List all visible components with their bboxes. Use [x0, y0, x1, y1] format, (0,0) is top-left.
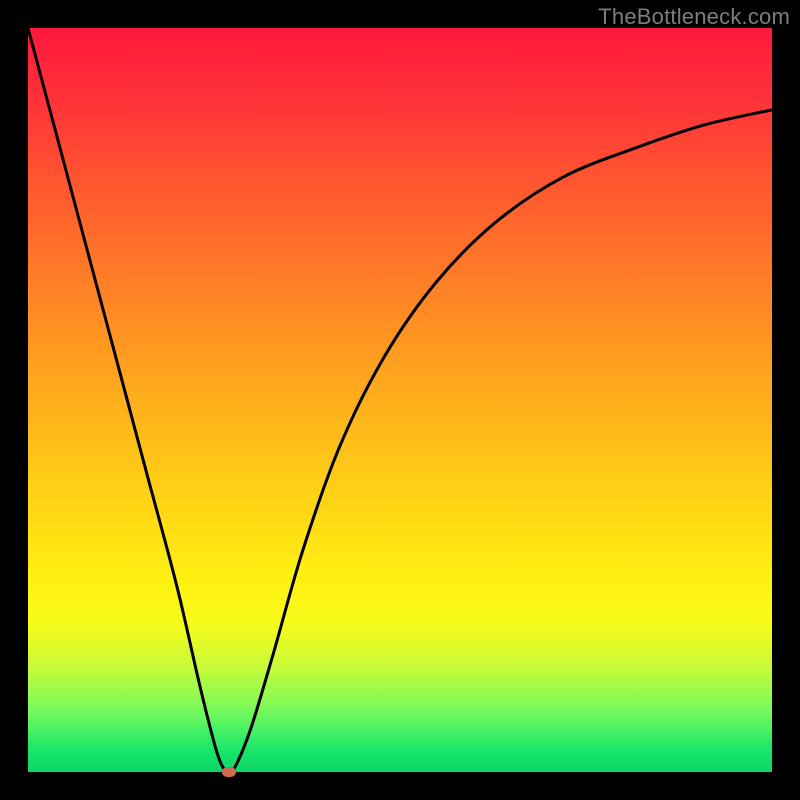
watermark-text: TheBottleneck.com — [598, 4, 790, 30]
plot-area — [28, 28, 772, 772]
chart-frame: TheBottleneck.com — [0, 0, 800, 800]
minimum-marker — [222, 767, 236, 777]
bottleneck-curve — [28, 28, 772, 772]
